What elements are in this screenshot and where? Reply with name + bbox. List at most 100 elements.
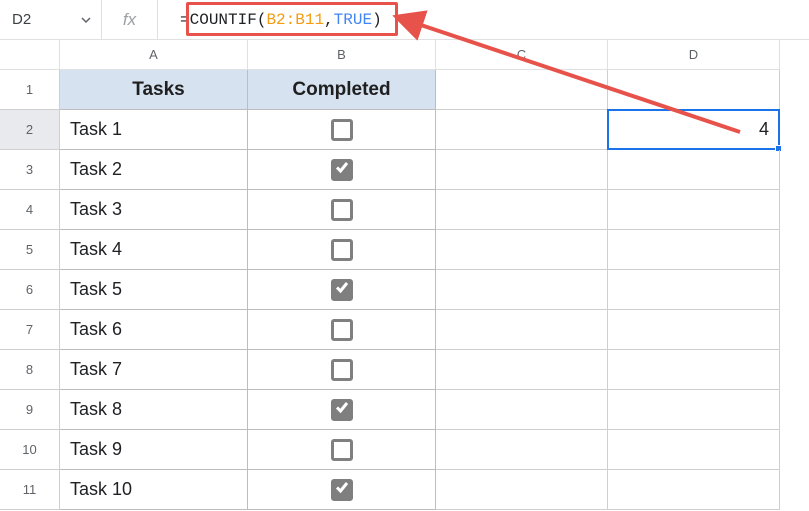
checkbox[interactable]	[331, 279, 353, 301]
cell-D9[interactable]	[608, 390, 780, 430]
formula-open: (	[257, 11, 267, 29]
checkbox[interactable]	[331, 239, 353, 261]
formula-input[interactable]: =COUNTIF(B2:B11,TRUE)	[158, 0, 809, 39]
cell-B6[interactable]	[248, 270, 436, 310]
row-header[interactable]: 3	[0, 150, 60, 190]
chevron-down-icon[interactable]	[81, 12, 91, 28]
formula-eq: =	[180, 11, 190, 29]
checkbox[interactable]	[331, 439, 353, 461]
cell-A4[interactable]: Task 3	[60, 190, 248, 230]
cell-C4[interactable]	[436, 190, 608, 230]
table-row: 11Task 10	[0, 470, 809, 510]
cell-A7[interactable]: Task 6	[60, 310, 248, 350]
cell-A1[interactable]: Tasks	[60, 70, 248, 110]
formula-close: )	[372, 11, 382, 29]
checkbox[interactable]	[331, 359, 353, 381]
cell-C6[interactable]	[436, 270, 608, 310]
col-header-C[interactable]: C	[436, 40, 608, 70]
table-row: 10Task 9	[0, 430, 809, 470]
cell-A11[interactable]: Task 10	[60, 470, 248, 510]
table-row: 7Task 6	[0, 310, 809, 350]
cell-B3[interactable]	[248, 150, 436, 190]
checkbox[interactable]	[331, 319, 353, 341]
cell-A5[interactable]: Task 4	[60, 230, 248, 270]
col-header-B[interactable]: B	[248, 40, 436, 70]
checkbox[interactable]	[331, 479, 353, 501]
cell-A2[interactable]: Task 1	[60, 110, 248, 150]
check-icon	[334, 479, 350, 500]
table-row: 3Task 2	[0, 150, 809, 190]
cell-A8[interactable]: Task 7	[60, 350, 248, 390]
cell-D7[interactable]	[608, 310, 780, 350]
cell-B5[interactable]	[248, 230, 436, 270]
cell-D11[interactable]	[608, 470, 780, 510]
cell-D4[interactable]	[608, 190, 780, 230]
row-header[interactable]: 9	[0, 390, 60, 430]
cell-B2[interactable]	[248, 110, 436, 150]
cell-D10[interactable]	[608, 430, 780, 470]
cell-D8[interactable]	[608, 350, 780, 390]
cell-B10[interactable]	[248, 430, 436, 470]
cell-D5[interactable]	[608, 230, 780, 270]
name-box[interactable]: D2	[8, 0, 102, 39]
checkbox[interactable]	[331, 199, 353, 221]
cell-D6[interactable]	[608, 270, 780, 310]
cell-D3[interactable]	[608, 150, 780, 190]
fx-icon[interactable]: fx	[102, 0, 158, 39]
cell-D2[interactable]: 4	[608, 110, 780, 150]
cell-C7[interactable]	[436, 310, 608, 350]
row-header[interactable]: 11	[0, 470, 60, 510]
cell-B8[interactable]	[248, 350, 436, 390]
formula-range: B2:B11	[266, 11, 324, 29]
row-header[interactable]: 2	[0, 110, 60, 150]
cell-B1[interactable]: Completed	[248, 70, 436, 110]
table-row: 2Task 1 4	[0, 110, 809, 150]
name-box-text: D2	[12, 11, 31, 28]
table-row: 1 Tasks Completed	[0, 70, 809, 110]
row-header[interactable]: 10	[0, 430, 60, 470]
cell-B4[interactable]	[248, 190, 436, 230]
column-header-row: A B C D	[0, 40, 809, 70]
table-row: 6Task 5	[0, 270, 809, 310]
formula-bar: D2 fx =COUNTIF(B2:B11,TRUE)	[0, 0, 809, 40]
cell-C9[interactable]	[436, 390, 608, 430]
row-header[interactable]: 4	[0, 190, 60, 230]
cell-B7[interactable]	[248, 310, 436, 350]
formula-func: COUNTIF	[190, 11, 257, 29]
check-icon	[334, 399, 350, 420]
cell-A6[interactable]: Task 5	[60, 270, 248, 310]
cell-C10[interactable]	[436, 430, 608, 470]
table-row: 8Task 7	[0, 350, 809, 390]
cell-A3[interactable]: Task 2	[60, 150, 248, 190]
select-all-corner[interactable]	[0, 40, 60, 70]
selection-outline	[607, 109, 780, 150]
cell-D1[interactable]	[608, 70, 780, 110]
row-header[interactable]: 7	[0, 310, 60, 350]
cell-A9[interactable]: Task 8	[60, 390, 248, 430]
cell-B11[interactable]	[248, 470, 436, 510]
check-icon	[334, 279, 350, 300]
cell-C2[interactable]	[436, 110, 608, 150]
checkbox[interactable]	[331, 399, 353, 421]
row-header[interactable]: 6	[0, 270, 60, 310]
table-row: 9Task 8	[0, 390, 809, 430]
cell-C3[interactable]	[436, 150, 608, 190]
cell-C11[interactable]	[436, 470, 608, 510]
row-header[interactable]: 8	[0, 350, 60, 390]
col-header-D[interactable]: D	[608, 40, 780, 70]
formula-comma: ,	[324, 11, 334, 29]
cell-B9[interactable]	[248, 390, 436, 430]
cell-C8[interactable]	[436, 350, 608, 390]
cell-A10[interactable]: Task 9	[60, 430, 248, 470]
cell-C5[interactable]	[436, 230, 608, 270]
cell-C1[interactable]	[436, 70, 608, 110]
formula-arg: TRUE	[334, 11, 372, 29]
row-header[interactable]: 5	[0, 230, 60, 270]
grid: 1 Tasks Completed 2Task 143Task 24Task 3…	[0, 70, 809, 510]
col-header-A[interactable]: A	[60, 40, 248, 70]
checkbox[interactable]	[331, 159, 353, 181]
table-row: 5Task 4	[0, 230, 809, 270]
table-row: 4Task 3	[0, 190, 809, 230]
row-header[interactable]: 1	[0, 70, 60, 110]
checkbox[interactable]	[331, 119, 353, 141]
